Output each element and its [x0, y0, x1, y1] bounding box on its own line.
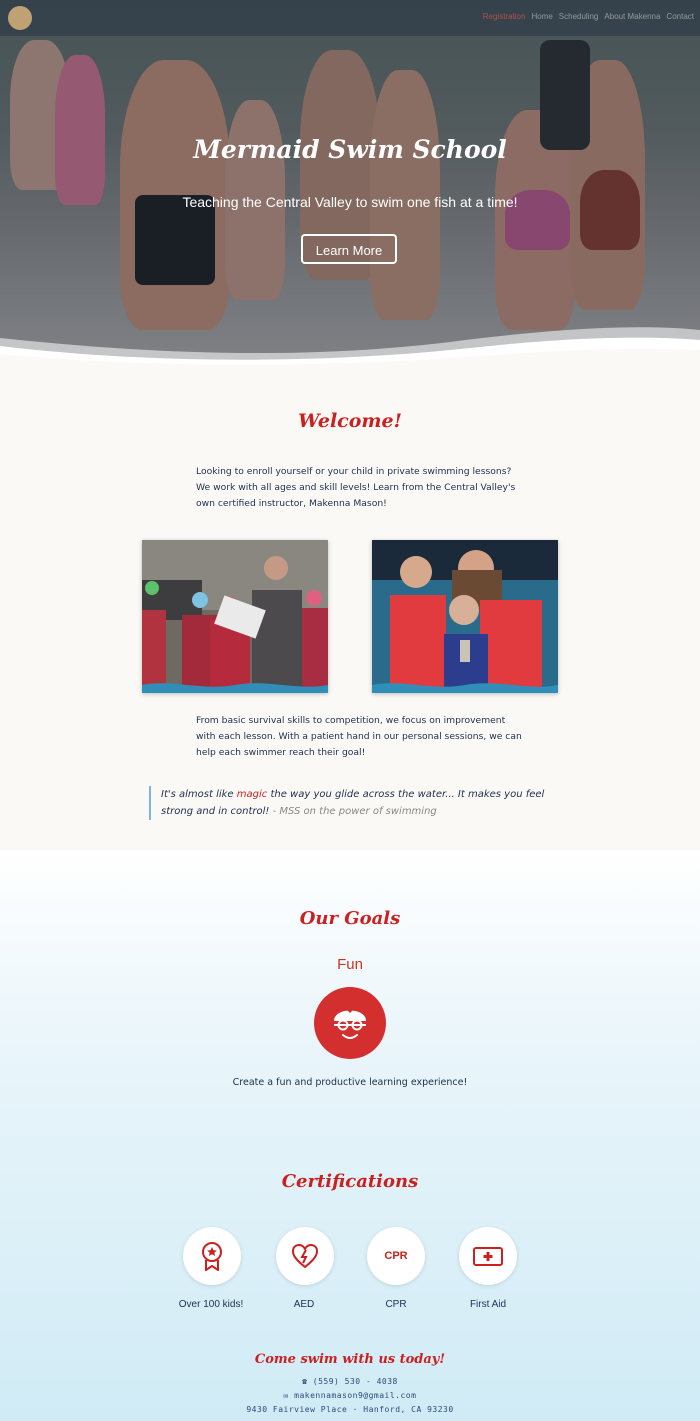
body-line: with each lesson. With a patient hand in…	[196, 731, 522, 742]
lower-section-background	[0, 850, 700, 1421]
hero-subtitle: Teaching the Central Valley to swim one …	[182, 194, 518, 210]
quote-line-2: strong and in control! - MSS on the powe…	[161, 803, 571, 820]
award-ribbon-icon	[183, 1227, 241, 1285]
cert-label: First Aid	[469, 1299, 507, 1310]
top-navigation: Registration Home Scheduling About Maken…	[0, 0, 700, 36]
photo-team-with-trophy	[372, 540, 558, 693]
footer-address: 9430 Fairview Place · Hanford, CA 93230	[246, 1405, 454, 1414]
goal-label: Fun	[337, 956, 363, 973]
intro-line: We work with all ages and skill levels! …	[196, 482, 516, 493]
heart-bolt-icon	[276, 1227, 334, 1285]
nav-links: Registration Home Scheduling About Maken…	[483, 12, 694, 21]
swim-quote: It's almost like magic the way you glide…	[149, 786, 571, 820]
quote-highlight: magic	[236, 789, 268, 800]
cert-label: AED	[293, 1299, 315, 1310]
footer-email[interactable]: ✉ makennamason9@gmail.com	[0, 1391, 700, 1400]
quote-line-1: It's almost like magic the way you glide…	[161, 786, 571, 803]
nav-link-about[interactable]: About Makenna	[604, 12, 660, 21]
goals-heading: Our Goals	[299, 908, 401, 929]
intro-line: Looking to enroll yourself or your child…	[196, 466, 512, 477]
footer-cta: Come swim with us today!	[254, 1352, 446, 1367]
hero-wave-divider	[0, 327, 700, 372]
quote-attribution: - MSS on the power of swimming	[269, 806, 437, 817]
nav-link-home[interactable]: Home	[531, 12, 552, 21]
body-line: From basic survival skills to competitio…	[196, 715, 506, 726]
footer-phone[interactable]: ☎ (559) 530 - 4038	[0, 1377, 700, 1386]
cpr-icon-text: CPR	[384, 1250, 408, 1262]
first-aid-kit-icon	[459, 1227, 517, 1285]
welcome-body: From basic survival skills to competitio…	[196, 713, 526, 761]
cert-label: CPR	[385, 1299, 407, 1310]
welcome-intro: Looking to enroll yourself or your child…	[196, 464, 526, 512]
site-logo[interactable]	[8, 6, 32, 30]
swimmer-face-icon	[314, 987, 386, 1059]
hero-banner: Mermaid Swim School Teaching the Central…	[0, 0, 700, 372]
body-line: help each swimmer reach their goal!	[196, 747, 366, 758]
hero-title: Mermaid Swim School	[193, 135, 507, 164]
goal-description: Create a fun and productive learning exp…	[232, 1077, 468, 1088]
welcome-heading: Welcome!	[298, 410, 402, 432]
nav-link-registration[interactable]: Registration	[483, 12, 526, 21]
cpr-icon: CPR	[367, 1227, 425, 1285]
quote-text: strong and in control!	[161, 806, 270, 817]
intro-line: own certified instructor, Makenna Mason!	[196, 498, 387, 509]
nav-link-scheduling[interactable]: Scheduling	[559, 12, 599, 21]
certifications-heading: Certifications	[281, 1171, 419, 1192]
quote-text: It's almost like	[161, 789, 237, 800]
cert-label: Over 100 kids!	[178, 1299, 244, 1310]
nav-link-contact[interactable]: Contact	[666, 12, 694, 21]
photo-instructor-with-swimmers	[142, 540, 328, 693]
quote-text: the way you glide across the water... It…	[267, 789, 545, 800]
learn-more-button[interactable]: Learn More	[301, 234, 397, 264]
